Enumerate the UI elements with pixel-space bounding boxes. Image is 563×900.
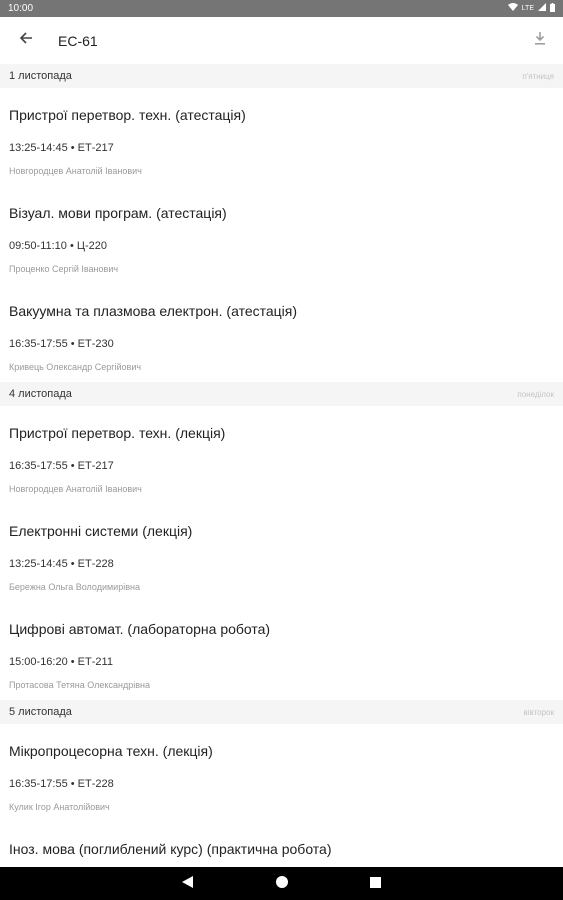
day-header: 1 листопада п'ятниця — [0, 64, 563, 88]
status-icons: LTE — [507, 2, 555, 15]
lesson-teacher: Бережна Ольга Володимирівна — [9, 582, 140, 592]
day-date: 5 листопада — [9, 706, 72, 718]
back-triangle-icon — [182, 875, 193, 893]
day-weekday: понеділок — [517, 389, 554, 399]
app-bar: ЕС-61 — [0, 17, 563, 64]
day-date: 4 листопада — [9, 388, 72, 400]
lesson-name: Пристрої перетвор. техн. (атестація) — [9, 107, 246, 123]
wifi-icon — [507, 3, 518, 14]
lesson-name: Мікропроцесорна техн. (лекція) — [9, 743, 213, 759]
lesson-teacher: Новгородцев Анатолій Іванович — [9, 484, 142, 494]
lesson-time-room: 15:00-16:20 • ЕТ-211 — [9, 656, 113, 668]
lesson-teacher: Кулик Ігор Анатолійович — [9, 802, 110, 812]
day-weekday: вівторок — [523, 707, 554, 717]
lesson-name: Електронні системи (лекція) — [9, 523, 193, 539]
battery-icon — [550, 2, 555, 15]
lesson-item[interactable]: Електронні системи (лекція) 13:25-14:45 … — [0, 504, 563, 602]
lesson-item[interactable]: Іноз. мова (поглиблений курс) (практична… — [0, 822, 563, 867]
page-title: ЕС-61 — [58, 32, 98, 49]
day-header: 4 листопада понеділок — [0, 382, 563, 406]
lesson-item[interactable]: Цифрові автомат. (лабораторна робота) 15… — [0, 602, 563, 700]
nav-recents-button[interactable] — [369, 875, 383, 893]
nav-back-button[interactable] — [181, 875, 195, 893]
lesson-item[interactable]: Візуал. мови програм. (атестація) 09:50-… — [0, 186, 563, 284]
lesson-item[interactable]: Вакуумна та плазмова електрон. (атестаці… — [0, 284, 563, 382]
day-date: 1 листопада — [9, 70, 72, 82]
download-button[interactable] — [517, 17, 563, 64]
lesson-time-room: 09:50-11:10 • Ц-220 — [9, 240, 108, 252]
lesson-name: Вакуумна та плазмова електрон. (атестаці… — [9, 303, 298, 319]
lesson-teacher: Протасова Тетяна Олександрівна — [9, 680, 150, 690]
lesson-teacher: Кривець Олександр Сергійович — [9, 362, 142, 372]
schedule-list[interactable]: 1 листопада п'ятниця Пристрої перетвор. … — [0, 64, 563, 867]
status-time: 10:00 — [8, 3, 34, 14]
status-bar: 10:00 LTE — [0, 0, 563, 17]
lesson-time-room: 16:35-17:55 • ЕТ-230 — [9, 338, 114, 350]
lesson-teacher: Проценко Сергій Іванович — [9, 264, 119, 274]
day-weekday: п'ятниця — [522, 71, 554, 81]
lesson-item[interactable]: Мікропроцесорна техн. (лекція) 16:35-17:… — [0, 724, 563, 822]
lesson-time-room: 16:35-17:55 • ЕТ-217 — [9, 460, 114, 472]
download-icon — [534, 31, 546, 50]
signal-icon — [538, 3, 546, 14]
lesson-time-room: 13:25-14:45 • ЕТ-228 — [9, 558, 114, 570]
system-nav-bar — [0, 867, 563, 900]
home-circle-icon — [275, 875, 288, 893]
back-button[interactable] — [0, 17, 52, 64]
nav-home-button[interactable] — [275, 875, 289, 893]
lesson-item[interactable]: Пристрої перетвор. техн. (лекція) 16:35-… — [0, 406, 563, 504]
lesson-teacher: Новгородцев Анатолій Іванович — [9, 166, 142, 176]
lesson-time-room: 13:25-14:45 • ЕТ-217 — [9, 142, 114, 154]
lesson-name: Іноз. мова (поглиблений курс) (практична… — [9, 841, 332, 857]
network-type: LTE — [521, 5, 534, 12]
recents-square-icon — [370, 875, 381, 893]
lesson-name: Цифрові автомат. (лабораторна робота) — [9, 621, 271, 637]
lesson-name: Візуал. мови програм. (атестація) — [9, 205, 227, 221]
lesson-item[interactable]: Пристрої перетвор. техн. (атестація) 13:… — [0, 88, 563, 186]
back-arrow-icon — [19, 31, 33, 50]
lesson-time-room: 16:35-17:55 • ЕТ-228 — [9, 778, 114, 790]
lesson-name: Пристрої перетвор. техн. (лекція) — [9, 425, 226, 441]
day-header: 5 листопада вівторок — [0, 700, 563, 724]
